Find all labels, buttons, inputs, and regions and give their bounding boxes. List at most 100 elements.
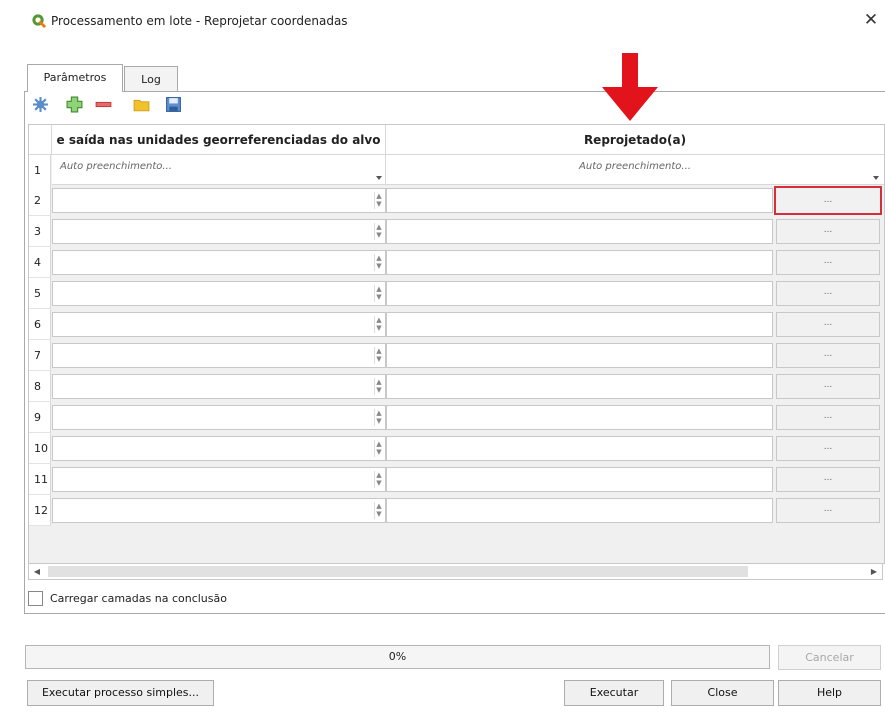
browse-button[interactable]: ... — [776, 498, 880, 523]
row-number: 2 — [29, 185, 51, 216]
output-path-field[interactable] — [386, 281, 773, 306]
load-layers-label: Carregar camadas na conclusão — [50, 592, 227, 605]
browse-button[interactable]: ... — [776, 405, 880, 430]
spinner-arrows-icon[interactable]: ▲ ▼ — [374, 502, 383, 519]
remove-row-icon[interactable] — [95, 96, 112, 113]
autofill-label: Auto preenchimento... — [579, 161, 691, 172]
open-folder-icon[interactable] — [133, 96, 150, 113]
row-number: 11 — [29, 464, 51, 495]
distance-spinbox[interactable]: ▲ ▼ — [52, 281, 386, 306]
output-path-field[interactable] — [386, 188, 773, 213]
row-number: 5 — [29, 278, 51, 309]
scrollbar-thumb[interactable] — [48, 566, 748, 577]
column-header-reprojected[interactable]: Reprojetado(a) — [386, 125, 884, 155]
table-row: 7 ▲ ▼ ... — [29, 340, 884, 371]
distance-spinbox[interactable]: ▲ ▼ — [52, 343, 386, 368]
table-row: 8 ▲ ▼ ... — [29, 371, 884, 402]
table-row: 10 ▲ ▼ ... — [29, 433, 884, 464]
output-path-field[interactable] — [386, 250, 773, 275]
browse-button[interactable]: ... — [776, 250, 880, 275]
browse-button[interactable]: ... — [776, 219, 880, 244]
autofill-icon[interactable] — [32, 96, 49, 113]
tab-parameters[interactable]: Parâmetros — [27, 64, 123, 92]
distance-spinbox[interactable]: ▲ ▼ — [52, 467, 386, 492]
table-row: 3 ▲ ▼ ... — [29, 216, 884, 247]
distance-spinbox[interactable]: ▲ ▼ — [52, 374, 386, 399]
row-number: 6 — [29, 309, 51, 340]
run-button[interactable]: Executar — [564, 680, 664, 706]
row-number: 3 — [29, 216, 51, 247]
horizontal-scrollbar[interactable]: ◀ ▶ — [28, 563, 883, 580]
distance-spinbox[interactable]: ▲ ▼ — [52, 250, 386, 275]
distance-spinbox[interactable]: ▲ ▼ — [52, 498, 386, 523]
column-header-source-crs[interactable]: e saída nas unidades georreferenciadas d… — [52, 125, 386, 155]
dropdown-arrow-icon — [376, 176, 382, 180]
table-row: 5 ▲ ▼ ... — [29, 278, 884, 309]
table-row: 11 ▲ ▼ ... — [29, 464, 884, 495]
scroll-left-icon[interactable]: ◀ — [31, 565, 43, 578]
close-button[interactable]: Close — [671, 680, 774, 706]
distance-spinbox[interactable]: ▲ ▼ — [52, 405, 386, 430]
row-number: 1 — [29, 155, 51, 186]
autofill-dropdown-col1[interactable]: Auto preenchimento... — [52, 155, 386, 185]
browse-button-highlighted[interactable]: ... — [774, 186, 882, 215]
distance-spinbox[interactable]: ▲ ▼ — [52, 188, 386, 213]
output-path-field[interactable] — [386, 405, 773, 430]
browse-button[interactable]: ... — [776, 374, 880, 399]
output-path-field[interactable] — [386, 374, 773, 399]
help-button[interactable]: Help — [778, 680, 881, 706]
browse-button[interactable]: ... — [776, 467, 880, 492]
autofill-row: 1 Auto preenchimento... Auto preenchimen… — [29, 155, 884, 186]
row-number: 12 — [29, 495, 51, 526]
window-title: Processamento em lote - Reprojetar coord… — [51, 14, 348, 28]
spinner-arrows-icon[interactable]: ▲ ▼ — [374, 409, 383, 426]
browse-button[interactable]: ... — [776, 436, 880, 461]
row-number: 4 — [29, 247, 51, 278]
distance-spinbox[interactable]: ▲ ▼ — [52, 219, 386, 244]
spinner-arrows-icon[interactable]: ▲ ▼ — [374, 316, 383, 333]
spinner-arrows-icon[interactable]: ▲ ▼ — [374, 192, 383, 209]
spinner-arrows-icon[interactable]: ▲ ▼ — [374, 347, 383, 364]
cancel-button[interactable]: Cancelar — [778, 645, 881, 670]
row-number: 7 — [29, 340, 51, 371]
distance-spinbox[interactable]: ▲ ▼ — [52, 312, 386, 337]
spinner-arrows-icon[interactable]: ▲ ▼ — [374, 254, 383, 271]
spinner-arrows-icon[interactable]: ▲ ▼ — [374, 440, 383, 457]
row-number: 9 — [29, 402, 51, 433]
browse-button[interactable]: ... — [776, 343, 880, 368]
autofill-dropdown-col2[interactable]: Auto preenchimento... — [386, 155, 884, 185]
output-path-field[interactable] — [386, 467, 773, 492]
spinner-arrows-icon[interactable]: ▲ ▼ — [374, 471, 383, 488]
title-bar: Processamento em lote - Reprojetar coord… — [0, 0, 885, 40]
tab-log[interactable]: Log — [124, 66, 178, 92]
row-number: 10 — [29, 433, 51, 464]
table-row: 9 ▲ ▼ ... — [29, 402, 884, 433]
browse-button[interactable]: ... — [776, 312, 880, 337]
load-layers-checkbox[interactable] — [28, 591, 43, 606]
scroll-right-icon[interactable]: ▶ — [868, 565, 880, 578]
row-number: 8 — [29, 371, 51, 402]
close-window-icon[interactable]: ✕ — [860, 9, 882, 31]
output-path-field[interactable] — [386, 343, 773, 368]
run-single-process-button[interactable]: Executar processo simples... — [27, 680, 214, 706]
browse-button[interactable]: ... — [776, 281, 880, 306]
output-path-field[interactable] — [386, 219, 773, 244]
progress-text: 0% — [388, 650, 407, 663]
table-row: 12 ▲ ▼ ... — [29, 495, 884, 526]
autofill-label: Auto preenchimento... — [60, 161, 172, 172]
batch-table: e saída nas unidades georreferenciadas d… — [28, 124, 885, 564]
red-down-arrow-icon — [602, 53, 658, 121]
dropdown-arrow-icon — [873, 176, 879, 180]
table-row: 2 ▲ ▼ ... — [29, 185, 884, 216]
distance-spinbox[interactable]: ▲ ▼ — [52, 436, 386, 461]
spinner-arrows-icon[interactable]: ▲ ▼ — [374, 378, 383, 395]
output-path-field[interactable] — [386, 312, 773, 337]
save-icon[interactable] — [165, 96, 182, 113]
table-row: 6 ▲ ▼ ... — [29, 309, 884, 340]
qgis-logo-icon — [32, 14, 46, 28]
output-path-field[interactable] — [386, 498, 773, 523]
spinner-arrows-icon[interactable]: ▲ ▼ — [374, 223, 383, 240]
add-row-icon[interactable] — [66, 96, 83, 113]
spinner-arrows-icon[interactable]: ▲ ▼ — [374, 285, 383, 302]
output-path-field[interactable] — [386, 436, 773, 461]
